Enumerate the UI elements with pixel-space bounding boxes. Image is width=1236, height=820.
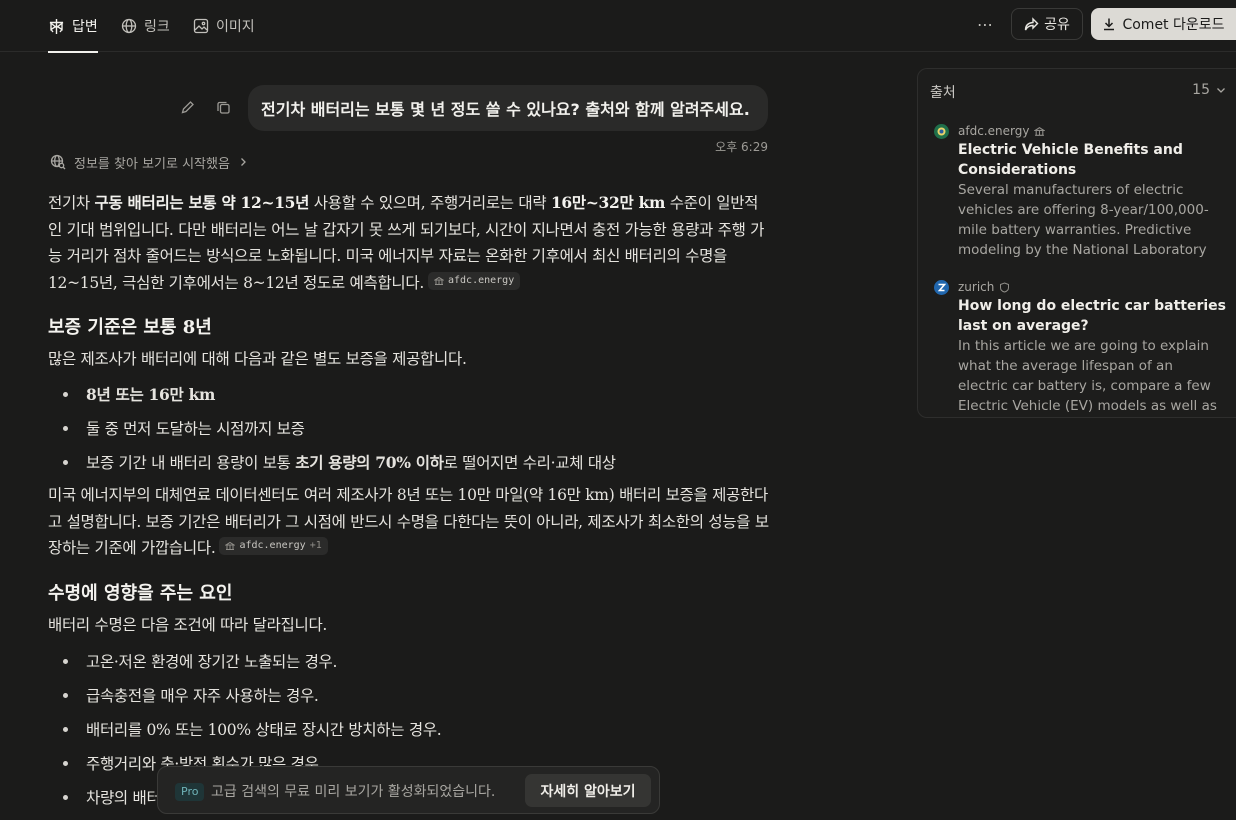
user-question-bubble: 전기차 배터리는 보통 몇 년 정도 쓸 수 있나요? 출처와 함께 알려주세요…	[248, 85, 768, 131]
search-steps-toggle[interactable]: 정보를 찾아 보기로 시작했음	[50, 152, 248, 172]
tab-answer[interactable]: 답변	[48, 0, 98, 53]
share-button[interactable]: 공유	[1011, 8, 1083, 40]
download-icon	[1102, 17, 1116, 31]
top-bar: 답변 링크 이미지 ⋯ 공유 Comet 다운로드	[0, 0, 1236, 53]
section-heading: 보증 기준은 보통 8년	[48, 317, 212, 338]
share-label: 공유	[1044, 17, 1070, 33]
perplexity-icon	[48, 18, 65, 35]
image-icon	[193, 18, 209, 34]
pro-preview-toast: Pro 고급 검색의 무료 미리 보기가 활성화되었습니다. 자세히 알아보기	[157, 766, 660, 814]
toast-message: 고급 검색의 무료 미리 보기가 활성화되었습니다.	[211, 784, 496, 800]
list-item: 둘 중 먼저 도달하는 시점까지 보증	[63, 417, 305, 439]
steps-label: 정보를 찾아 보기로 시작했음	[74, 156, 230, 172]
copy-icon[interactable]	[216, 100, 231, 115]
text-segment: 로 떨어지면 수리·교체 대상	[443, 454, 616, 472]
source-snippet: In this article we are going to explain …	[958, 338, 1217, 414]
citation-label: afdc.energy	[447, 274, 515, 286]
text-segment: 전기차	[48, 194, 95, 212]
tab-images[interactable]: 이미지	[193, 0, 255, 52]
search-globe-icon	[50, 154, 66, 170]
citation-chip[interactable]: afdc.energy	[427, 271, 521, 290]
zurich-logo-icon	[934, 280, 949, 295]
bold-segment: 초기 용량의 70% 이하	[295, 453, 444, 472]
shield-icon	[999, 281, 1010, 293]
bold-segment: 16만~32만 km	[550, 193, 666, 212]
more-options-button[interactable]: ⋯	[972, 12, 998, 36]
tab-links-label: 링크	[144, 19, 170, 35]
tab-links[interactable]: 링크	[121, 0, 170, 52]
list-item: 급속충전을 매우 자주 사용하는 경우.	[63, 684, 319, 706]
sources-panel: 출처 15 afdc.energy Electric Vehicle Benef…	[917, 68, 1236, 418]
bank-icon	[1034, 126, 1046, 137]
tab-images-label: 이미지	[216, 19, 255, 35]
text-segment: 미국 에너지부의 대체연료 데이터센터도 여러 제조사가 8년 또는 10만 마…	[48, 486, 769, 557]
bold-segment: 구동 배터리는 보통 약 12~15년	[94, 193, 310, 212]
answer-paragraph: 미국 에너지부의 대체연료 데이터센터도 여러 제조사가 8년 또는 10만 마…	[48, 482, 772, 562]
answer-paragraph: 배터리 수명은 다음 조건에 따라 달라집니다.	[48, 616, 328, 634]
question-timestamp: 오후 6:29	[715, 140, 768, 154]
bank-icon	[225, 541, 236, 551]
more-icon: ⋯	[977, 14, 993, 34]
sources-count-toggle[interactable]: 15	[1192, 82, 1226, 98]
list-item: 배터리를 0% 또는 100% 상태로 장시간 방치하는 경우.	[62, 718, 442, 740]
source-snippet: Several manufacturers of electric vehicl…	[958, 182, 1209, 258]
edit-icon[interactable]	[180, 100, 195, 115]
source-domain-label: afdc.energy	[958, 124, 1030, 138]
doe-seal-icon	[934, 124, 949, 139]
sources-title: 출처	[930, 85, 956, 101]
bold-segment: 8년 또는 16만 km	[86, 385, 216, 404]
citation-more-count: +1	[309, 540, 322, 551]
section-heading: 수명에 영향을 주는 요인	[48, 583, 233, 604]
text-segment: 사용할 수 있으며, 주행거리로는 대략	[309, 194, 551, 212]
citation-label: afdc.energy	[239, 540, 306, 551]
share-icon	[1024, 16, 1039, 32]
source-domain: afdc.energy	[958, 124, 1046, 138]
question-text: 전기차 배터리는 보통 몇 년 정도 쓸 수 있나요? 출처와 함께 알려주세요…	[261, 100, 750, 119]
tab-answer-label: 답변	[72, 19, 98, 35]
chevron-right-icon	[238, 157, 248, 167]
citation-chip[interactable]: afdc.energy +1	[219, 537, 328, 555]
chevron-down-icon	[1216, 85, 1226, 95]
source-card[interactable]: zurich How long do electric car batterie…	[934, 280, 1234, 417]
source-domain-label: zurich	[958, 280, 995, 294]
source-domain: zurich	[958, 280, 1010, 294]
sources-count: 15	[1192, 82, 1210, 98]
list-item: 보증 기간 내 배터리 용량이 보통 초기 용량의 70% 이하로 떨어지면 수…	[63, 451, 616, 473]
download-label: Comet 다운로드	[1122, 17, 1225, 33]
list-item: 8년 또는 16만 km	[62, 383, 216, 405]
list-item: 고온·저온 환경에 장기간 노출되는 경우.	[62, 650, 337, 672]
text-segment: 보증 기간 내 배터리 용량이 보통	[86, 454, 296, 472]
source-title: Electric Vehicle Benefits and Considerat…	[958, 142, 1183, 178]
learn-more-button[interactable]: 자세히 알아보기	[525, 774, 651, 807]
source-title: How long do electric car batteries last …	[958, 298, 1226, 334]
comet-download-button[interactable]: Comet 다운로드	[1091, 8, 1236, 40]
pro-badge: Pro	[175, 783, 205, 801]
source-card[interactable]: afdc.energy Electric Vehicle Benefits an…	[934, 124, 1234, 259]
globe-icon	[121, 18, 137, 34]
bank-icon	[433, 276, 444, 286]
answer-paragraph: 많은 제조사가 배터리에 대해 다음과 같은 별도 보증을 제공합니다.	[48, 350, 467, 368]
answer-paragraph: 전기차 구동 배터리는 보통 약 12~15년 사용할 수 있으며, 주행거리로…	[48, 190, 772, 296]
